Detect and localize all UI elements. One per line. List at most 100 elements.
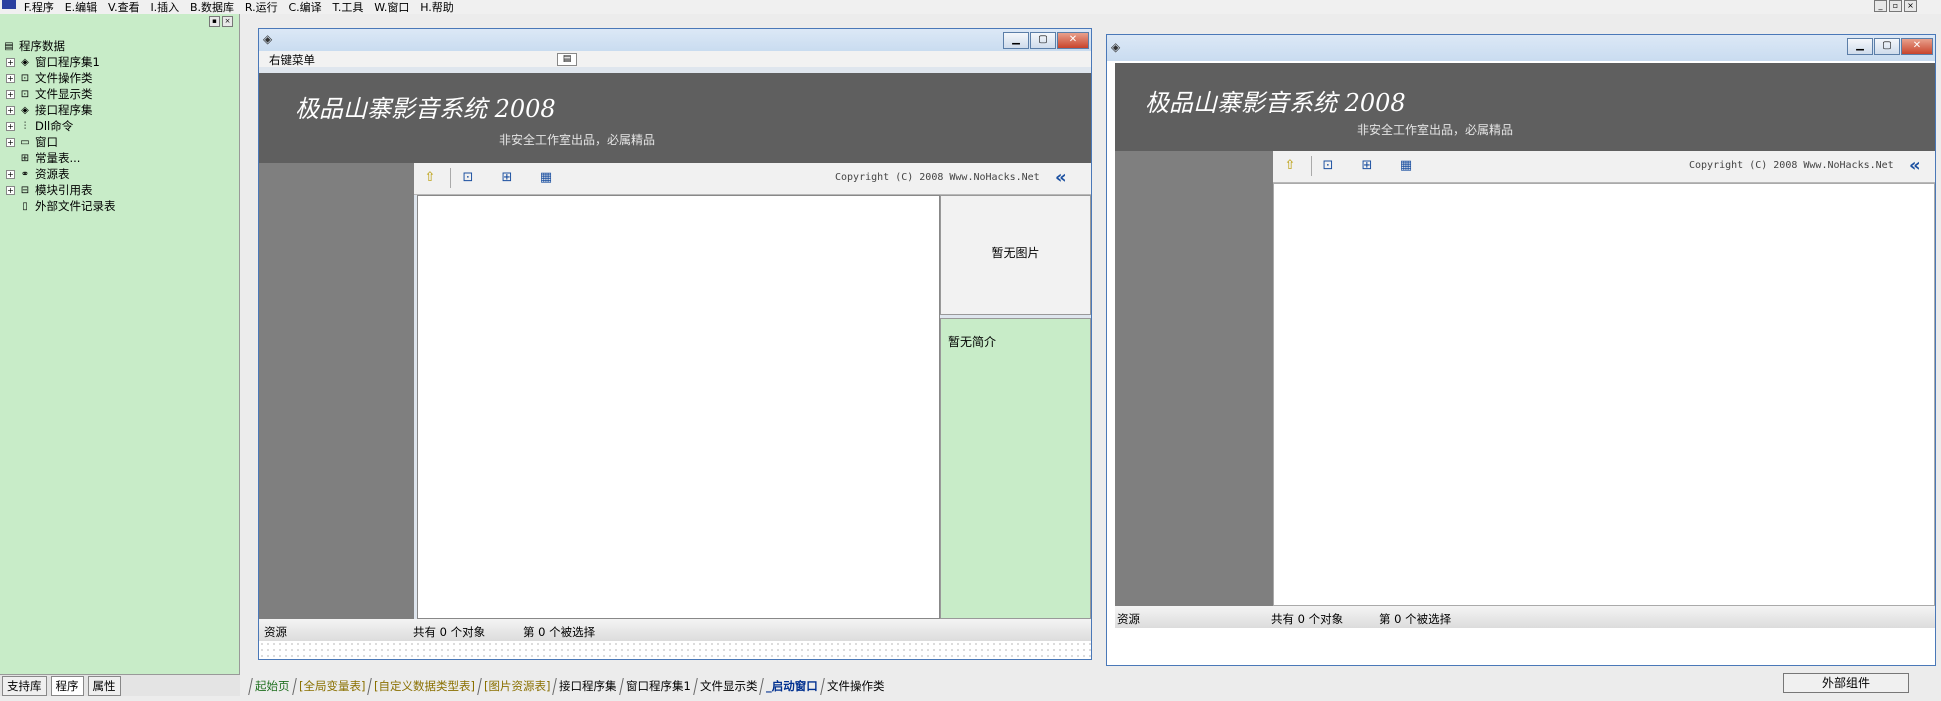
preview-window: ◈ ▁ ▢ ✕ 极品山寨影音系统 2008 非安全工作室出品，必属精品 ⇧ ⊡ …	[1106, 34, 1936, 666]
calendar-icon[interactable]: ▦	[537, 169, 555, 187]
window-icon[interactable]: ⊡	[1319, 157, 1337, 175]
tree-item-label: Dll命令	[35, 119, 74, 133]
window-diamond-icon: ◈	[263, 32, 273, 46]
tree-item-interface-set[interactable]: + ◈ 接口程序集	[2, 102, 238, 118]
banner-subtitle: 非安全工作室出品，必属精品	[1357, 123, 1514, 137]
tree-item-constants[interactable]: ⊞ 常量表...	[2, 150, 238, 166]
tab-startup-window[interactable]: _启动窗口	[759, 677, 824, 695]
menu-program[interactable]: F.程序	[24, 2, 61, 13]
expand-icon[interactable]: +	[6, 169, 15, 179]
maximize-button[interactable]: ▢	[1030, 32, 1056, 49]
menu-editor-icon[interactable]: ▤	[557, 53, 577, 66]
banner-title: 极品山寨影音系统 2008	[295, 95, 556, 123]
close-button[interactable]: ✕	[1901, 38, 1933, 55]
project-tree: ▤ 程序数据 + ◈ 窗口程序集1 + ⊡ 文件操作类 + ⊡ 文件显示类 + …	[2, 38, 238, 214]
tab-properties[interactable]: 属性	[87, 675, 121, 696]
menu-run[interactable]: R.运行	[245, 2, 285, 13]
list-area[interactable]	[417, 195, 940, 619]
list-area[interactable]	[1273, 183, 1935, 606]
tab-window-set[interactable]: 窗口程序集1	[619, 677, 697, 695]
intro-panel: 暂无简介	[940, 318, 1091, 619]
menu-insert[interactable]: I.插入	[150, 2, 186, 13]
tab-global-vars[interactable]: [全局变量表]	[291, 677, 371, 695]
upload-icon[interactable]: ⇧	[421, 169, 439, 187]
expand-icon[interactable]: +	[6, 121, 15, 131]
context-menu-label[interactable]: 右键菜单	[269, 52, 315, 68]
tree-item-file-display[interactable]: + ⊡ 文件显示类	[2, 86, 238, 102]
tab-file-ops[interactable]: 文件操作类	[820, 677, 891, 695]
toolbar: ⇧ ⊡ ⊞ ▦ Copyright (C) 2008 Www.NoHacks.N…	[414, 163, 1091, 195]
chevron-left-icon[interactable]: «	[1909, 157, 1921, 175]
mdi-minimize-button[interactable]: _	[1874, 0, 1887, 12]
menu-help[interactable]: H.帮助	[420, 2, 461, 13]
window-icon[interactable]: ⊡	[459, 169, 477, 187]
dll-icon: ⫶	[23, 120, 27, 132]
mdi-restore-button[interactable]: ▫	[1889, 0, 1902, 12]
left-sidebar	[1115, 151, 1273, 606]
upload-icon[interactable]: ⇧	[1281, 157, 1299, 175]
dotted-grid-strip	[259, 641, 1091, 659]
toolbar-separator	[450, 168, 451, 188]
tab-file-display[interactable]: 文件显示类	[692, 677, 764, 695]
tree-item-label: 窗口程序集1	[35, 55, 100, 69]
mdi-close-button[interactable]: ×	[1904, 0, 1917, 12]
tab-label: _启动窗口	[766, 678, 819, 693]
file-icon: ▯	[22, 200, 28, 212]
menu-compile[interactable]: C.编译	[288, 2, 328, 13]
tab-interface-set[interactable]: 接口程序集	[552, 677, 623, 695]
banner-subtitle: 非安全工作室出品，必属精品	[499, 133, 656, 147]
external-components-button[interactable]: 外部组件	[1783, 673, 1909, 693]
close-button[interactable]: ✕	[1057, 32, 1089, 49]
menu-bar: F.程序 E.编辑 V.查看 I.插入 B.数据库 R.运行 C.编译 T.工具…	[0, 0, 1941, 14]
tab-support-library[interactable]: 支持库	[2, 675, 47, 696]
panel-close-button[interactable]: ×	[222, 16, 233, 27]
tab-label: [全局变量表]	[298, 678, 365, 693]
maximize-button[interactable]: ▢	[1874, 38, 1900, 55]
expand-icon[interactable]: +	[6, 89, 15, 99]
tab-label: 文件操作类	[827, 678, 885, 693]
grid-icon[interactable]: ⊞	[498, 169, 516, 187]
menu-database[interactable]: B.数据库	[190, 2, 241, 13]
panel-pin-button[interactable]: ▪	[209, 16, 220, 27]
tree-item-window-set[interactable]: + ◈ 窗口程序集1	[2, 54, 238, 70]
tab-image-resources[interactable]: [图片资源表]	[477, 677, 557, 695]
menu-tools[interactable]: T.工具	[332, 2, 370, 13]
grid-icon[interactable]: ⊞	[1358, 157, 1376, 175]
menu-window[interactable]: W.窗口	[374, 2, 416, 13]
minimize-button[interactable]: ▁	[1847, 38, 1873, 55]
banner: 极品山寨影音系统 2008 非安全工作室出品，必属精品	[259, 73, 1091, 163]
expand-icon[interactable]: +	[6, 57, 15, 67]
tree-root-label: 程序数据	[19, 39, 65, 53]
tree-item-label: 窗口	[35, 135, 58, 149]
tree-item-window[interactable]: + ▭ 窗口	[2, 134, 238, 150]
chevron-left-icon[interactable]: «	[1055, 169, 1067, 187]
tree-item-external-files[interactable]: ▯ 外部文件记录表	[2, 198, 238, 214]
designer-titlebar[interactable]: ◈ ▁ ▢ ✕	[259, 29, 1091, 51]
menu-view[interactable]: V.查看	[108, 2, 147, 13]
tree-root[interactable]: ▤ 程序数据	[2, 38, 238, 54]
toolbar-separator	[1311, 156, 1312, 176]
tree-item-label: 文件操作类	[35, 71, 93, 85]
expand-icon[interactable]: +	[6, 105, 15, 115]
minimize-button[interactable]: ▁	[1003, 32, 1029, 49]
tree-item-module-refs[interactable]: + ⊟ 模块引用表	[2, 182, 238, 198]
expand-icon[interactable]: +	[6, 185, 15, 195]
banner: 极品山寨影音系统 2008 非安全工作室出品，必属精品	[1115, 63, 1935, 151]
designer-window: ◈ ▁ ▢ ✕ 右键菜单 ▤ 极品山寨影音系统 2008 非安全工作室出品，必属…	[258, 28, 1092, 660]
tab-label: 窗口程序集1	[625, 678, 691, 693]
tree-item-file-ops[interactable]: + ⊡ 文件操作类	[2, 70, 238, 86]
window-controls: ▁ ▢ ✕	[1846, 38, 1933, 55]
tree-item-dll[interactable]: + ⫶ Dll命令	[2, 118, 238, 134]
calendar-icon[interactable]: ▦	[1397, 157, 1415, 175]
tab-start-page[interactable]: 起始页	[248, 677, 296, 695]
constants-icon: ⊞	[20, 152, 30, 164]
tab-custom-types[interactable]: [自定义数据类型表]	[367, 677, 481, 695]
expand-icon[interactable]: +	[6, 137, 15, 147]
menu-edit[interactable]: E.编辑	[65, 2, 104, 13]
status-bar: 资源 共有 0 个对象 第 0 个被选择	[1115, 606, 1935, 628]
tree-item-resources[interactable]: + ⚭ 资源表	[2, 166, 238, 182]
expand-icon[interactable]: +	[6, 73, 15, 83]
tab-label: 接口程序集	[559, 678, 617, 693]
preview-titlebar[interactable]: ◈ ▁ ▢ ✕	[1107, 35, 1935, 61]
tab-program[interactable]: 程序	[50, 675, 84, 696]
